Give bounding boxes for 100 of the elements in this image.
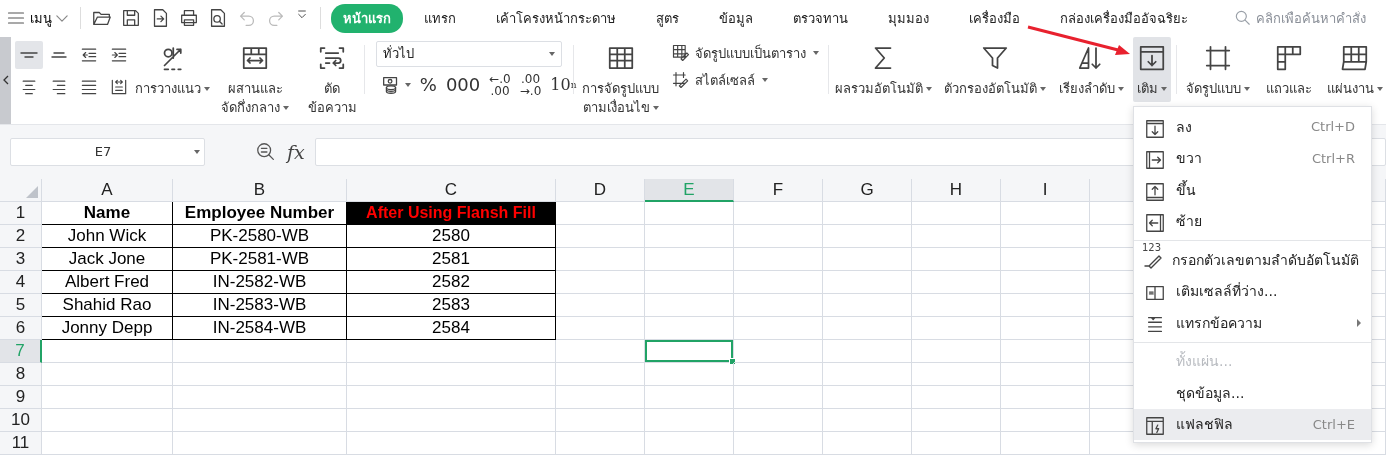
table-cell[interactable] — [912, 294, 1001, 317]
ribbon-tab[interactable]: ข้อมูล — [700, 3, 772, 33]
ribbon-tab[interactable]: เค้าโครงหน้ากระดาษ — [477, 3, 635, 33]
table-cell[interactable] — [42, 340, 173, 363]
table-cell[interactable] — [645, 271, 734, 294]
table-cell[interactable] — [1001, 317, 1090, 340]
table-cell[interactable] — [823, 225, 912, 248]
table-cell[interactable] — [347, 432, 556, 455]
row-header[interactable]: 8 — [0, 363, 42, 386]
sigma-button[interactable]: ผลรวมอัตโนมัติ — [833, 36, 934, 98]
ribbon-tab[interactable]: แทรก — [405, 3, 475, 33]
table-cell[interactable] — [912, 317, 1001, 340]
row-header[interactable]: 4 — [0, 271, 42, 294]
table-cell[interactable] — [912, 432, 1001, 455]
table-cell[interactable] — [823, 271, 912, 294]
column-header[interactable]: H — [912, 179, 1001, 202]
menu-item[interactable]: ซ้าย — [1134, 205, 1371, 237]
menu-item[interactable]: ลง Ctrl+D — [1134, 111, 1371, 143]
table-cell[interactable] — [173, 386, 347, 409]
table-cell[interactable] — [173, 363, 347, 386]
table-cell[interactable] — [347, 386, 556, 409]
table-cell[interactable] — [1001, 363, 1090, 386]
table-cell[interactable] — [734, 294, 823, 317]
table-cell[interactable] — [823, 317, 912, 340]
menu-item[interactable]: ชุดข้อมูล... — [1134, 377, 1371, 409]
ribbon-tab[interactable]: มุมมอง — [869, 3, 948, 33]
selected-cell[interactable] — [645, 340, 734, 363]
table-cell[interactable] — [556, 363, 645, 386]
worksheet-button[interactable]: แผ่นงาน — [1324, 36, 1386, 98]
table-cell[interactable] — [823, 294, 912, 317]
menu-button[interactable]: เมนู — [0, 7, 76, 29]
table-cell[interactable] — [645, 363, 734, 386]
table-cell[interactable] — [1001, 432, 1090, 455]
table-cell[interactable] — [1001, 202, 1090, 225]
grid-button[interactable]: การจัดรูปแบบ ตามเงื่อนไข — [578, 36, 663, 117]
row-header[interactable]: 5 — [0, 294, 42, 317]
table-cell[interactable] — [734, 202, 823, 225]
table-cell[interactable] — [1001, 271, 1090, 294]
table-cell[interactable] — [556, 248, 645, 271]
table-cell[interactable] — [823, 409, 912, 432]
table-cell[interactable] — [556, 432, 645, 455]
table-cell[interactable] — [173, 432, 347, 455]
table-cell[interactable] — [823, 363, 912, 386]
menu-item[interactable]: แทรกข้อความ — [1134, 307, 1371, 339]
table-cell[interactable] — [734, 317, 823, 340]
table-brush-button[interactable]: จัดรูปแบบเป็นตาราง — [670, 42, 819, 64]
table-cell[interactable] — [556, 202, 645, 225]
menu-item[interactable]: ขึ้น — [1134, 174, 1371, 206]
table-cell[interactable] — [173, 340, 347, 363]
table-cell[interactable] — [823, 248, 912, 271]
row-header[interactable]: 6 — [0, 317, 42, 340]
table-cell[interactable] — [42, 386, 173, 409]
align-top-button[interactable] — [15, 40, 44, 69]
column-header[interactable]: B — [173, 179, 347, 202]
table-cell[interactable] — [645, 409, 734, 432]
table-cell[interactable] — [1001, 248, 1090, 271]
menu-item[interactable]: ขวา Ctrl+R — [1134, 142, 1371, 174]
table-cell[interactable] — [734, 386, 823, 409]
column-header[interactable]: A — [42, 179, 173, 202]
table-cell[interactable] — [912, 363, 1001, 386]
menu-item[interactable]: เติมเซลล์ที่ว่าง... — [1134, 275, 1371, 307]
table-cell[interactable] — [823, 340, 912, 363]
table-cell[interactable] — [645, 248, 734, 271]
ribbon-tab[interactable]: กล่องเครื่องมืออัจฉริยะ — [1041, 3, 1207, 33]
table-cell[interactable] — [556, 225, 645, 248]
rows-columns-button[interactable]: แถวและ — [1266, 36, 1312, 98]
row-header[interactable]: 2 — [0, 225, 42, 248]
table-cell[interactable] — [734, 271, 823, 294]
table-cell[interactable] — [823, 432, 912, 455]
table-cell[interactable] — [1001, 294, 1090, 317]
row-header[interactable]: 11 — [0, 432, 42, 455]
table-cell[interactable] — [645, 225, 734, 248]
table-cell[interactable] — [823, 386, 912, 409]
table-cell[interactable] — [556, 386, 645, 409]
table-cell[interactable] — [645, 386, 734, 409]
column-header[interactable]: C — [347, 179, 556, 202]
fill-down-button[interactable]: เติม — [1133, 36, 1172, 102]
table-cell[interactable] — [347, 409, 556, 432]
table-cell[interactable] — [912, 225, 1001, 248]
funnel-button[interactable]: ตัวกรองอัตโนมัติ — [941, 36, 1050, 98]
table-cell[interactable] — [734, 248, 823, 271]
table-cell[interactable] — [645, 432, 734, 455]
menu-item[interactable]: แฟลชฟิล Ctrl+E — [1134, 408, 1371, 440]
select-all-icon[interactable] — [26, 186, 38, 198]
column-header[interactable]: G — [823, 179, 912, 202]
cell-brush-button[interactable]: สไตล์เซลล์ — [670, 69, 819, 91]
ribbon-tab[interactable]: ตรวจทาน — [774, 3, 867, 33]
merge-cells-button[interactable]: ผสานและ จัดกึ่งกลาง — [215, 36, 296, 117]
cell-border-button[interactable]: จัดรูปแบบ — [1182, 36, 1254, 98]
table-cell[interactable] — [645, 202, 734, 225]
wrap-text-button[interactable]: ตัด ข้อความ — [305, 36, 360, 117]
number-format-dropdown[interactable]: ทั่วไป — [375, 40, 562, 67]
table-cell[interactable] — [42, 363, 173, 386]
table-cell[interactable] — [347, 363, 556, 386]
number-format-button[interactable]: 000 — [445, 74, 481, 95]
table-cell[interactable] — [556, 294, 645, 317]
table-cell[interactable] — [173, 409, 347, 432]
table-cell[interactable] — [912, 386, 1001, 409]
table-cell[interactable] — [912, 340, 1001, 363]
table-cell[interactable] — [734, 340, 823, 363]
